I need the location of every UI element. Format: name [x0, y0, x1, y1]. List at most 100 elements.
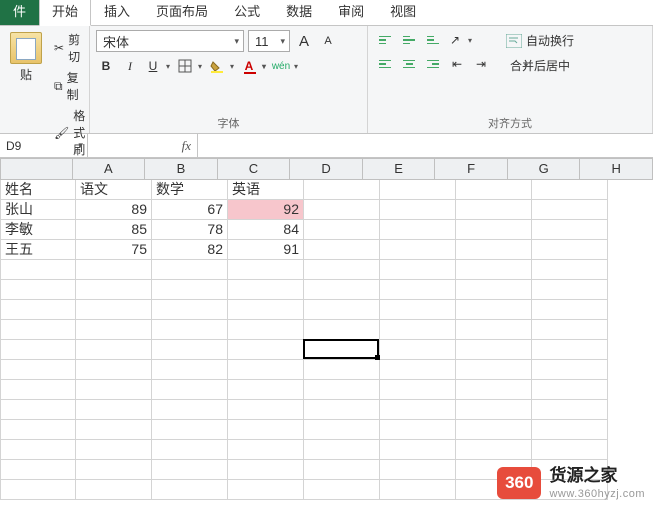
- cell[interactable]: [532, 280, 608, 300]
- align-middle-button[interactable]: [398, 30, 420, 50]
- tab-review[interactable]: 审阅: [325, 0, 377, 25]
- col-header-D[interactable]: D: [290, 158, 363, 180]
- cell[interactable]: [532, 380, 608, 400]
- cell[interactable]: [304, 200, 380, 220]
- name-box[interactable]: D9: [0, 134, 88, 157]
- cell[interactable]: [456, 420, 532, 440]
- cell[interactable]: [380, 220, 456, 240]
- decrease-indent-button[interactable]: ⇤: [446, 54, 468, 74]
- cell[interactable]: [304, 280, 380, 300]
- cell[interactable]: 82: [152, 240, 228, 260]
- cell[interactable]: [380, 480, 456, 500]
- cell[interactable]: [0, 340, 76, 360]
- bold-button[interactable]: B: [96, 56, 116, 76]
- underline-button[interactable]: U: [144, 56, 172, 76]
- cell[interactable]: [228, 460, 304, 480]
- cell[interactable]: [0, 360, 76, 380]
- font-size-combo[interactable]: 11: [248, 30, 290, 52]
- cell[interactable]: [380, 400, 456, 420]
- cell[interactable]: [0, 380, 76, 400]
- cell[interactable]: [304, 460, 380, 480]
- cell[interactable]: [532, 200, 608, 220]
- cell[interactable]: [380, 240, 456, 260]
- cell[interactable]: [152, 340, 228, 360]
- cell[interactable]: [456, 380, 532, 400]
- cell[interactable]: [76, 340, 152, 360]
- cell[interactable]: [0, 260, 76, 280]
- formula-input[interactable]: [198, 134, 653, 157]
- tab-insert[interactable]: 插入: [91, 0, 143, 25]
- cell[interactable]: [456, 440, 532, 460]
- cell[interactable]: [0, 320, 76, 340]
- cell[interactable]: [304, 420, 380, 440]
- cell[interactable]: [532, 440, 608, 460]
- cell[interactable]: [76, 420, 152, 440]
- font-color-button[interactable]: A: [240, 56, 268, 76]
- cell[interactable]: [152, 260, 228, 280]
- cell[interactable]: [0, 480, 76, 500]
- cell[interactable]: [380, 300, 456, 320]
- cell[interactable]: [152, 380, 228, 400]
- cell[interactable]: [76, 280, 152, 300]
- cell[interactable]: [228, 380, 304, 400]
- cell[interactable]: [456, 340, 532, 360]
- cell[interactable]: [532, 240, 608, 260]
- cell[interactable]: 李敏: [0, 220, 76, 240]
- cell[interactable]: [304, 400, 380, 420]
- wrap-text-button[interactable]: 自动换行: [502, 30, 578, 51]
- cell[interactable]: [380, 360, 456, 380]
- align-right-button[interactable]: [422, 54, 444, 74]
- cell[interactable]: 王五: [0, 240, 76, 260]
- cell[interactable]: 英语: [228, 180, 304, 200]
- cell[interactable]: [0, 300, 76, 320]
- cell[interactable]: [304, 440, 380, 460]
- cell[interactable]: [76, 260, 152, 280]
- cell[interactable]: [304, 260, 380, 280]
- cell[interactable]: [0, 400, 76, 420]
- cell[interactable]: [152, 400, 228, 420]
- cell[interactable]: [304, 360, 380, 380]
- cell[interactable]: [304, 380, 380, 400]
- cell[interactable]: [228, 300, 304, 320]
- cell[interactable]: [456, 300, 532, 320]
- align-bottom-button[interactable]: [422, 30, 444, 50]
- cell[interactable]: [76, 300, 152, 320]
- cell[interactable]: [76, 380, 152, 400]
- cell[interactable]: [228, 320, 304, 340]
- cell[interactable]: [380, 280, 456, 300]
- align-center-button[interactable]: [398, 54, 420, 74]
- cell[interactable]: [380, 320, 456, 340]
- merge-center-button[interactable]: a 合并后居中: [502, 55, 530, 76]
- fill-color-button[interactable]: [208, 56, 236, 76]
- cell[interactable]: [532, 220, 608, 240]
- cell[interactable]: [456, 360, 532, 380]
- cell[interactable]: [0, 420, 76, 440]
- cell[interactable]: 语文: [76, 180, 152, 200]
- cell[interactable]: 姓名: [0, 180, 76, 200]
- border-button[interactable]: [176, 56, 204, 76]
- cell[interactable]: [152, 280, 228, 300]
- col-header-G[interactable]: G: [508, 158, 581, 180]
- cell[interactable]: [532, 340, 608, 360]
- align-left-button[interactable]: [374, 54, 396, 74]
- copy-button[interactable]: ⧉ 复制: [52, 68, 87, 104]
- cell[interactable]: [532, 260, 608, 280]
- cell[interactable]: [0, 440, 76, 460]
- col-header-A[interactable]: A: [73, 158, 146, 180]
- cell[interactable]: 92: [228, 200, 304, 220]
- cell[interactable]: [228, 480, 304, 500]
- cell[interactable]: [228, 420, 304, 440]
- cell[interactable]: [456, 240, 532, 260]
- cell[interactable]: [380, 260, 456, 280]
- italic-button[interactable]: I: [120, 56, 140, 76]
- cell[interactable]: [304, 480, 380, 500]
- cell[interactable]: [152, 360, 228, 380]
- tab-home[interactable]: 开始: [39, 0, 91, 26]
- cell[interactable]: [152, 420, 228, 440]
- col-header-F[interactable]: F: [435, 158, 508, 180]
- cell[interactable]: [304, 240, 380, 260]
- cell[interactable]: [532, 420, 608, 440]
- cell[interactable]: [76, 460, 152, 480]
- cell[interactable]: [304, 340, 380, 360]
- col-header-B[interactable]: B: [145, 158, 218, 180]
